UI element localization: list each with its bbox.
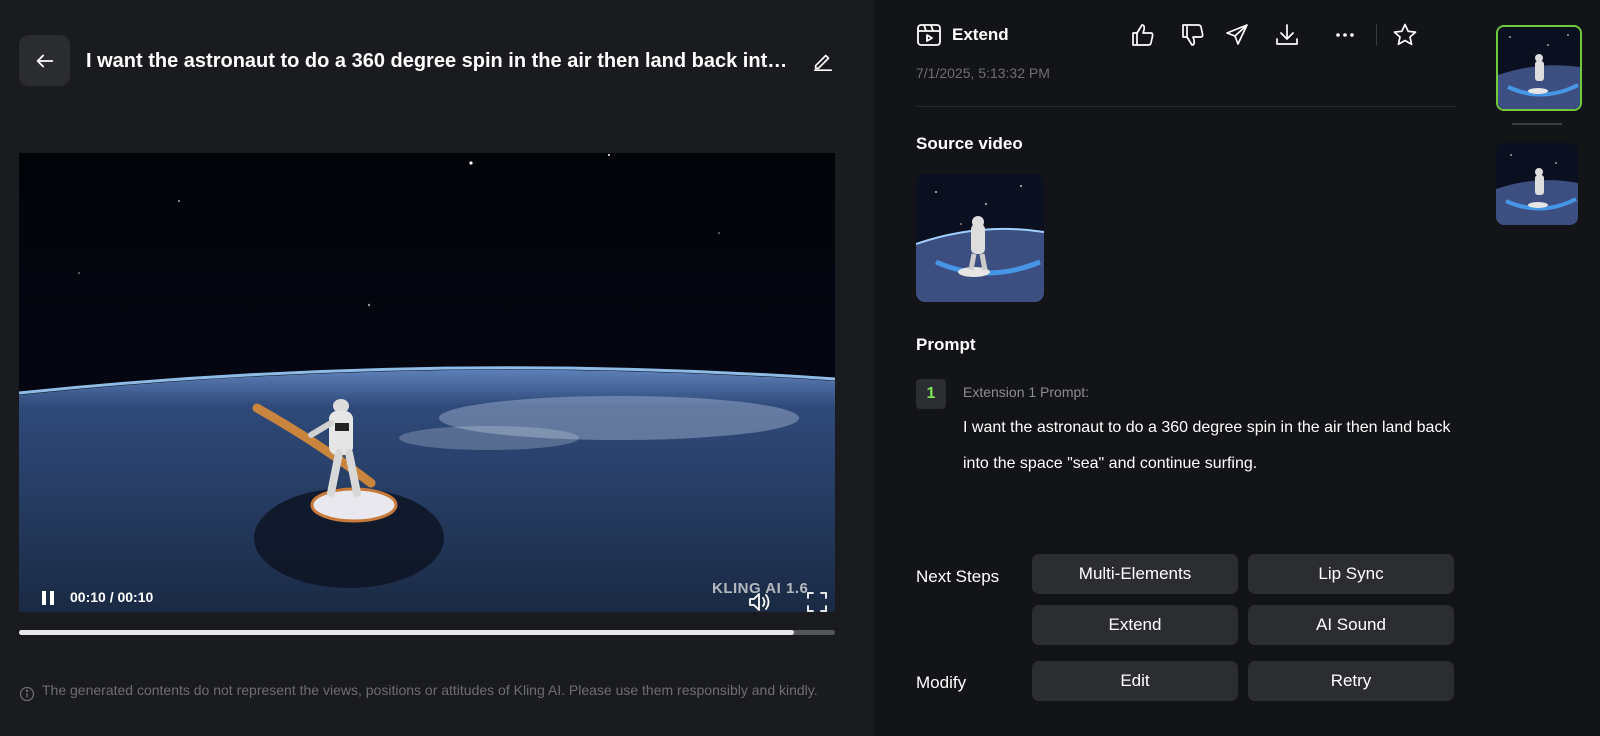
toolbar-divider <box>1376 24 1377 46</box>
extend-button[interactable]: Extend <box>1032 605 1238 645</box>
history-thumbnail[interactable] <box>1496 143 1578 225</box>
source-video-heading: Source video <box>916 134 1023 153</box>
extension-label: Extension 1 Prompt: <box>963 384 1090 400</box>
thumbs-down-icon[interactable] <box>1180 22 1206 48</box>
back-button[interactable] <box>19 35 70 86</box>
extension-prompt-text: I want the astronaut to do a 360 degree … <box>963 419 1451 472</box>
disclaimer-text: The generated contents do not represent … <box>42 682 818 698</box>
more-icon[interactable] <box>1332 22 1358 48</box>
multi-elements-button[interactable]: Multi-Elements <box>1032 554 1238 594</box>
rail-divider <box>1512 123 1562 125</box>
volume-icon[interactable] <box>747 590 773 612</box>
fullscreen-icon[interactable] <box>805 590 829 612</box>
edit-button[interactable]: Edit <box>1032 661 1238 701</box>
video-frame <box>19 153 835 612</box>
lip-sync-button[interactable]: Lip Sync <box>1248 554 1454 594</box>
pause-icon[interactable] <box>41 590 55 606</box>
retry-button[interactable]: Retry <box>1248 661 1454 701</box>
video-panel: I want the astronaut to do a 360 degree … <box>0 0 874 736</box>
modify-label: Modify <box>916 673 967 692</box>
video-player[interactable]: 00:10 / 00:10 KLING AI 1.6 <box>19 153 835 612</box>
extension-number-badge: 1 <box>916 379 946 409</box>
download-icon[interactable] <box>1274 22 1300 48</box>
extend-video-icon <box>917 24 941 46</box>
source-video-image <box>916 174 1044 302</box>
page-title: I want the astronaut to do a 360 degree … <box>86 50 796 72</box>
progress-bar[interactable] <box>19 630 835 635</box>
progress-fill <box>19 630 795 635</box>
next-steps-label: Next Steps <box>916 567 1000 586</box>
timestamp: 7/1/2025, 5:13:32 PM <box>916 65 1050 81</box>
send-icon[interactable] <box>1224 22 1250 48</box>
history-image <box>1496 143 1578 225</box>
source-video-thumbnail[interactable] <box>916 174 1044 302</box>
divider <box>916 106 1456 107</box>
ai-sound-button[interactable]: AI Sound <box>1248 605 1454 645</box>
mode-label: Extend <box>952 25 1009 44</box>
history-thumbnail-selected[interactable] <box>1496 25 1582 111</box>
thumbs-up-icon[interactable] <box>1130 22 1156 48</box>
pencil-icon[interactable] <box>812 50 834 72</box>
history-rail <box>1462 0 1600 736</box>
info-icon <box>19 686 35 702</box>
star-icon[interactable] <box>1392 22 1418 48</box>
detail-panel: Extend 7/1/2025, 5:13:32 PM Source video <box>874 0 1462 736</box>
history-image <box>1498 27 1580 109</box>
playback-time: 00:10 / 00:10 <box>70 589 154 605</box>
prompt-heading: Prompt <box>916 335 976 354</box>
back-arrow-icon <box>36 54 53 67</box>
